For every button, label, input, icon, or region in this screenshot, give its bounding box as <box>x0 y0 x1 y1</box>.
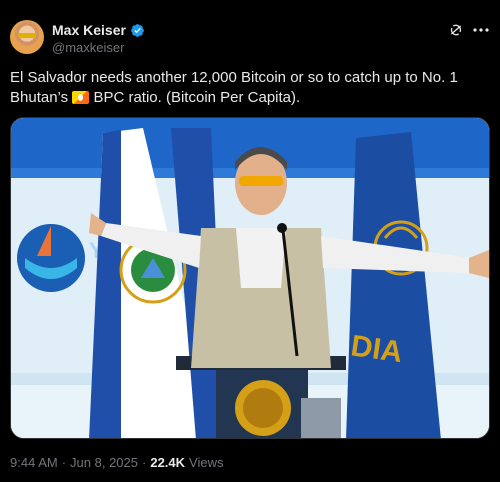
meta-separator: · <box>61 455 67 470</box>
tweet-text-part-2: BPC ratio. (Bitcoin Per Capita). <box>89 89 301 106</box>
bhutan-flag-emoji-icon <box>72 91 90 104</box>
photo-scene: Y DIA <box>11 118 489 438</box>
author-display-name[interactable]: Max Keiser <box>52 22 126 38</box>
avatar-glasses <box>18 33 36 38</box>
tweet-time[interactable]: 9:44 AM <box>10 455 58 470</box>
views-label: Views <box>189 455 224 470</box>
author-handle[interactable]: @maxkeiser <box>52 40 124 55</box>
meta-separator: · <box>142 455 147 470</box>
tweet-meta: 9:44 AM · Jun 8, 2025 · 22.4K Views <box>10 455 224 470</box>
more-options-icon[interactable] <box>472 22 490 38</box>
verified-badge-icon <box>131 23 144 37</box>
avatar[interactable] <box>10 20 44 54</box>
views-count[interactable]: 22.4K <box>150 455 185 470</box>
tweet-photo[interactable]: Y DIA <box>10 117 490 439</box>
tweet-text: El Salvador needs another 12,000 Bitcoin… <box>10 68 490 108</box>
grok-icon[interactable] <box>448 22 464 38</box>
person-glasses <box>239 176 283 186</box>
tweet-header: Max Keiser @maxkeiser <box>10 18 490 58</box>
author-name-line: Max Keiser <box>52 22 145 38</box>
tweet-date[interactable]: Jun 8, 2025 <box>70 455 138 470</box>
